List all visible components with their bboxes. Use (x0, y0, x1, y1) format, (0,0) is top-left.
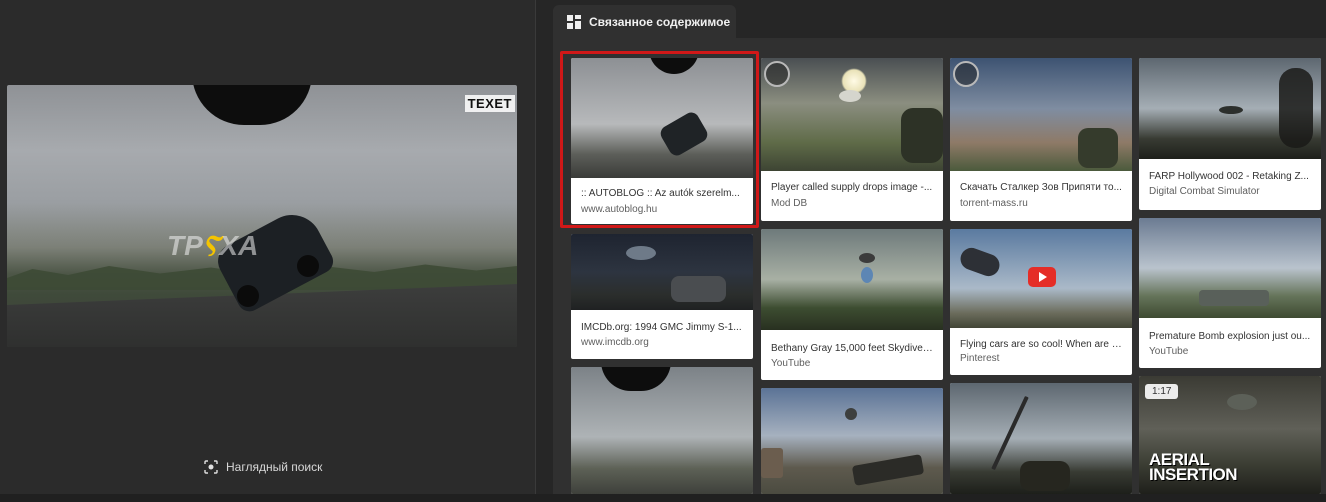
video-title-overlay: AERIAL INSERTION (1149, 451, 1238, 484)
result-thumbnail (761, 58, 943, 171)
visual-search-button[interactable]: Наглядный поиск (204, 460, 322, 474)
preview-wheel (237, 285, 259, 307)
result-source: torrent-mass.ru (960, 198, 1028, 209)
result-title: FARP Hollywood 002 - Retaking Z... (1149, 171, 1309, 182)
image-preview-pane: TEXET TPⲊXA Наглядный поиск (0, 0, 535, 502)
hud-compass-icon (953, 61, 979, 87)
overlay-line-2: INSERTION (1149, 465, 1238, 484)
result-thumbnail (1139, 58, 1321, 159)
result-thumbnail (571, 367, 753, 494)
result-card[interactable]: Скачать Сталкер Зов Припяти то... torren… (950, 58, 1132, 221)
play-icon (1028, 267, 1056, 287)
result-card[interactable]: Premature Bomb explosion just ou... YouT… (1139, 218, 1321, 368)
video-duration-badge: 1:17 (1145, 384, 1179, 399)
result-thumbnail (761, 229, 943, 330)
result-title: :: AUTOBLOG :: Az autók szerelm... (581, 188, 740, 199)
result-card[interactable]: :: AUTOBLOG :: Az autók szerelm... www.a… (571, 58, 753, 224)
result-source: Pinterest (960, 353, 1000, 364)
preview-watermark: TPⲊXA (167, 230, 258, 263)
result-thumbnail (571, 58, 753, 178)
result-card[interactable]: FARP Hollywood 002 - Retaking Z... Digit… (1139, 58, 1321, 210)
result-title: Player called supply drops image -... (771, 182, 933, 193)
lens-scan-icon (204, 460, 218, 474)
result-card[interactable] (761, 388, 943, 494)
result-title: IMCDb.org: 1994 GMC Jimmy S-1... (581, 322, 742, 333)
watermark-text-b: XA (219, 230, 259, 261)
result-title: Bethany Gray 15,000 feet Skydive ... (771, 343, 933, 354)
result-source: YouTube (771, 358, 811, 369)
watermark-text-a: TP (167, 230, 203, 261)
result-thumbnail: 1:17 AERIAL INSERTION (1139, 376, 1321, 494)
result-thumbnail (950, 229, 1132, 328)
result-title: Flying cars are so cool! When are t... (960, 339, 1122, 350)
result-card[interactable] (950, 383, 1132, 494)
result-thumbnail (1139, 218, 1321, 318)
result-card[interactable]: Flying cars are so cool! When are t... P… (950, 229, 1132, 375)
result-source: Digital Combat Simulator (1149, 186, 1260, 197)
result-title: Premature Bomb explosion just ou... (1149, 331, 1311, 342)
preview-dashcam-mount (192, 85, 312, 125)
result-source: Mod DB (771, 198, 808, 209)
bottom-bar (0, 494, 1326, 502)
query-image[interactable]: TEXET TPⲊXA (7, 85, 517, 347)
result-source: www.autoblog.hu (581, 204, 658, 215)
tab-label: Связанное содержимое (589, 15, 731, 29)
preview-wheel (297, 255, 319, 277)
tab-related-content[interactable]: Связанное содержимое (553, 5, 736, 39)
result-card[interactable]: Bethany Gray 15,000 feet Skydive ... You… (761, 229, 943, 380)
result-thumbnail (571, 234, 753, 310)
grid-icon (567, 15, 581, 29)
result-thumbnail (950, 58, 1132, 171)
result-thumbnail (761, 388, 943, 494)
result-source: www.imcdb.org (581, 337, 649, 348)
result-title: Скачать Сталкер Зов Припяти то... (960, 182, 1122, 193)
preview-brand-label: TEXET (464, 95, 515, 112)
result-card[interactable]: 1:17 AERIAL INSERTION (1139, 376, 1321, 494)
result-source: YouTube (1149, 346, 1189, 357)
result-thumbnail (950, 383, 1132, 494)
watermark-bolt: Ⲋ (202, 230, 220, 261)
visual-search-label: Наглядный поиск (226, 460, 323, 474)
result-card[interactable]: IMCDb.org: 1994 GMC Jimmy S-1... www.imc… (571, 234, 753, 359)
hud-compass-icon (764, 61, 790, 87)
result-card[interactable] (571, 367, 753, 494)
result-card[interactable]: Player called supply drops image -... Mo… (761, 58, 943, 221)
